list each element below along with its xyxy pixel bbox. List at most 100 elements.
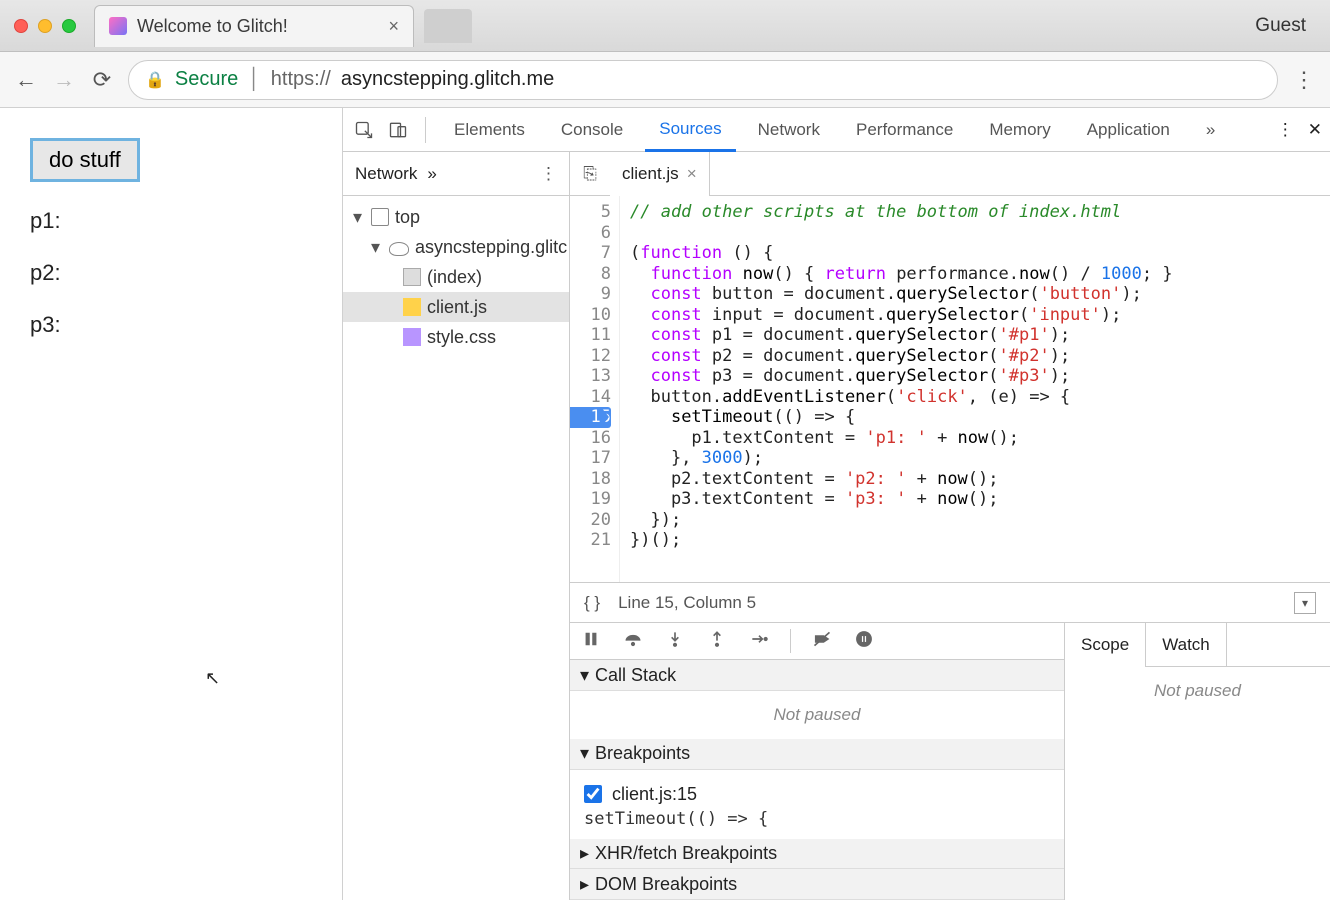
file-tab-close-icon[interactable]: × xyxy=(687,164,697,184)
devtools-menu-button[interactable]: ⋮ xyxy=(1277,120,1294,140)
tree-file[interactable]: (index) xyxy=(343,262,569,292)
xhr-breakpoints-header[interactable]: ▸XHR/fetch Breakpoints xyxy=(570,839,1064,870)
p3-text: p3: xyxy=(30,312,312,338)
separator: │ xyxy=(248,68,261,91)
panel-tab-memory[interactable]: Memory xyxy=(975,108,1064,152)
scope-tab-scope[interactable]: Scope xyxy=(1065,623,1146,667)
file-tab-label: client.js xyxy=(622,164,679,184)
step-into-button[interactable] xyxy=(664,629,686,654)
navigator-menu-button[interactable]: ⋮ xyxy=(540,164,557,184)
devtools-close-button[interactable]: ✕ xyxy=(1308,120,1322,140)
step-button[interactable] xyxy=(748,629,770,654)
browser-toolbar: ← → ⟳ 🔒 Secure │ https:// asyncstepping.g… xyxy=(0,52,1330,108)
close-window-button[interactable] xyxy=(14,19,28,33)
rendered-page: do stuff p1: p2: p3: ↖ xyxy=(0,108,343,900)
scope-tab-watch[interactable]: Watch xyxy=(1146,623,1227,667)
scope-watch-tabs: ScopeWatch xyxy=(1065,623,1330,667)
lock-icon: 🔒 xyxy=(145,70,165,90)
debugger-toolbar xyxy=(570,623,1064,660)
back-button[interactable]: ← xyxy=(14,67,38,93)
secure-label: Secure xyxy=(175,68,238,91)
panel-tab-sources[interactable]: Sources xyxy=(645,108,735,152)
editor-status-bar: { } Line 15, Column 5 ▾ xyxy=(570,582,1330,622)
panel-tab-console[interactable]: Console xyxy=(547,108,637,152)
tab-title: Welcome to Glitch! xyxy=(137,16,288,37)
window-titlebar: Welcome to Glitch! × Guest xyxy=(0,0,1330,52)
mouse-cursor-icon: ↖ xyxy=(205,668,220,689)
breakpoint-preview: setTimeout(() => { xyxy=(584,809,1050,829)
dom-breakpoints-header[interactable]: ▸DOM Breakpoints xyxy=(570,869,1064,900)
step-over-button[interactable] xyxy=(622,629,644,654)
tree-label: asyncstepping.glitc xyxy=(415,237,567,258)
breakpoint-label: client.js:15 xyxy=(612,784,697,805)
section-label: Call Stack xyxy=(595,665,676,686)
step-out-button[interactable] xyxy=(706,629,728,654)
p2-text: p2: xyxy=(30,260,312,286)
browser-menu-button[interactable]: ⋮ xyxy=(1292,67,1316,93)
sources-navigator: Network » ⋮ ▾top ▾asyncstepping.glitc (i… xyxy=(343,152,570,900)
navigator-tab[interactable]: Network xyxy=(355,164,417,184)
file-label: style.css xyxy=(427,327,496,348)
breakpoint-checkbox[interactable] xyxy=(584,785,602,803)
file-icon xyxy=(403,328,421,346)
url-scheme: https:// xyxy=(271,68,331,91)
section-label: Breakpoints xyxy=(595,743,690,764)
navigator-more-button[interactable]: » xyxy=(427,164,436,184)
panel-tab-performance[interactable]: Performance xyxy=(842,108,967,152)
code-area[interactable]: 56789101112131415161718192021 // add oth… xyxy=(570,196,1330,582)
tree-top[interactable]: ▾top xyxy=(343,202,569,232)
line-gutter[interactable]: 56789101112131415161718192021 xyxy=(570,196,620,582)
cursor-position: Line 15, Column 5 xyxy=(618,593,756,613)
minimize-window-button[interactable] xyxy=(38,19,52,33)
do-stuff-button[interactable]: do stuff xyxy=(30,138,140,182)
browser-tab[interactable]: Welcome to Glitch! × xyxy=(94,5,414,47)
reload-button[interactable]: ⟳ xyxy=(90,67,114,93)
pause-button[interactable] xyxy=(580,629,602,654)
separator xyxy=(425,117,426,143)
address-bar[interactable]: 🔒 Secure │ https:// asyncstepping.glitch.… xyxy=(128,60,1278,100)
tab-close-icon[interactable]: × xyxy=(388,16,399,37)
panel-tab-application[interactable]: Application xyxy=(1073,108,1184,152)
file-icon xyxy=(403,268,421,286)
panel-tab-elements[interactable]: Elements xyxy=(440,108,539,152)
file-label: (index) xyxy=(427,267,482,288)
more-panels-button[interactable]: » xyxy=(1192,108,1229,152)
breakpoint-item[interactable]: client.js:15 xyxy=(584,780,1050,809)
format-icon[interactable]: { } xyxy=(584,593,600,613)
editor-nav-icon[interactable]: ⎘ xyxy=(570,164,610,184)
tree-domain[interactable]: ▾asyncstepping.glitc xyxy=(343,232,569,262)
forward-button[interactable]: → xyxy=(52,67,76,93)
maximize-window-button[interactable] xyxy=(62,19,76,33)
panel-tab-network[interactable]: Network xyxy=(744,108,834,152)
tree-label: top xyxy=(395,207,420,228)
p1-text: p1: xyxy=(30,208,312,234)
pause-on-exceptions-button[interactable] xyxy=(853,629,875,654)
deactivate-breakpoints-button[interactable] xyxy=(811,629,833,654)
profile-label[interactable]: Guest xyxy=(1255,15,1316,37)
section-label: XHR/fetch Breakpoints xyxy=(595,843,777,864)
favicon-icon xyxy=(109,17,127,35)
traffic-lights xyxy=(14,19,76,33)
tree-file[interactable]: client.js xyxy=(343,292,569,322)
callstack-empty: Not paused xyxy=(570,691,1064,739)
cloud-icon xyxy=(389,242,409,256)
callstack-header[interactable]: ▾Call Stack xyxy=(570,660,1064,691)
url-host: asyncstepping.glitch.me xyxy=(341,68,554,91)
inspect-element-icon[interactable] xyxy=(351,117,377,143)
device-toolbar-icon[interactable] xyxy=(385,117,411,143)
breakpoints-header[interactable]: ▾Breakpoints xyxy=(570,739,1064,770)
editor-file-tab[interactable]: client.js × xyxy=(610,152,710,196)
separator xyxy=(790,629,791,653)
tree-file[interactable]: style.css xyxy=(343,322,569,352)
code-content[interactable]: // add other scripts at the bottom of in… xyxy=(620,196,1330,582)
frame-icon xyxy=(371,208,389,226)
source-editor: ⎘ client.js × 56789101112131415161718192… xyxy=(570,152,1330,900)
section-label: DOM Breakpoints xyxy=(595,874,737,895)
file-tree: ▾top ▾asyncstepping.glitc (index) client.… xyxy=(343,196,569,358)
new-tab-button[interactable] xyxy=(424,9,472,43)
coverage-icon[interactable]: ▾ xyxy=(1294,592,1316,614)
breakpoints-list: client.js:15 setTimeout(() => { xyxy=(570,770,1064,839)
devtools-tabbar: ElementsConsoleSourcesNetworkPerformance… xyxy=(343,108,1330,152)
file-label: client.js xyxy=(427,297,487,318)
debugger-pane: ▾Call Stack Not paused ▾Breakpoints clie… xyxy=(570,622,1330,900)
